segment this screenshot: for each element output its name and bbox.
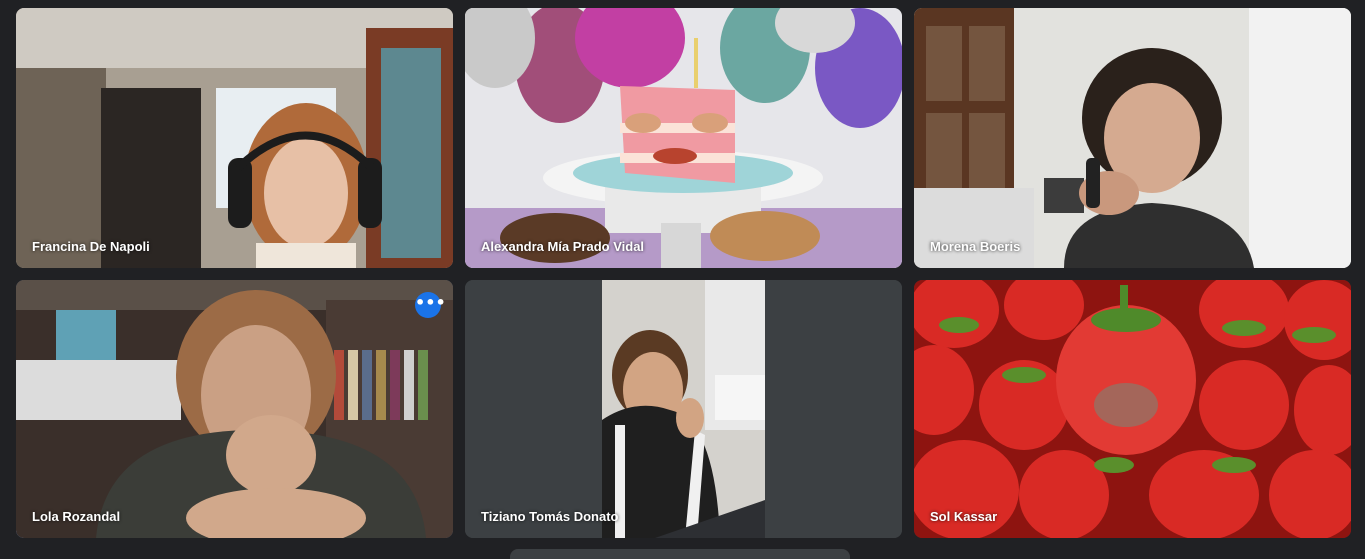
video-feed	[914, 280, 1351, 538]
video-feed	[465, 280, 902, 538]
participant-tile-alexandra[interactable]: Alexandra Mía Prado Vidal	[465, 8, 902, 268]
video-feed	[16, 280, 453, 538]
participant-tile-morena[interactable]: Morena Boeris	[914, 8, 1351, 268]
participant-name: Francina De Napoli	[32, 239, 150, 254]
participant-name: Alexandra Mía Prado Vidal	[481, 239, 645, 254]
video-feed	[16, 8, 453, 268]
participant-name: Lola Rozandal	[32, 509, 121, 524]
participant-tile-francina[interactable]: Francina De Napoli	[16, 8, 453, 268]
video-feed	[914, 8, 1351, 268]
participant-name: Tiziano Tomás Donato	[481, 509, 619, 524]
participant-name: Sol Kassar	[930, 509, 998, 524]
participant-tile-tiziano[interactable]: Tiziano Tomás Donato	[465, 280, 902, 538]
participant-tile-lola[interactable]: ••• Lola Rozandal	[16, 280, 453, 538]
bottom-toolbar-edge	[510, 549, 850, 559]
participant-tile-sol[interactable]: Sol Kassar	[914, 280, 1351, 538]
participant-name: Morena Boeris	[930, 239, 1021, 254]
video-feed	[465, 8, 902, 268]
more-options-button[interactable]: •••	[415, 292, 446, 318]
